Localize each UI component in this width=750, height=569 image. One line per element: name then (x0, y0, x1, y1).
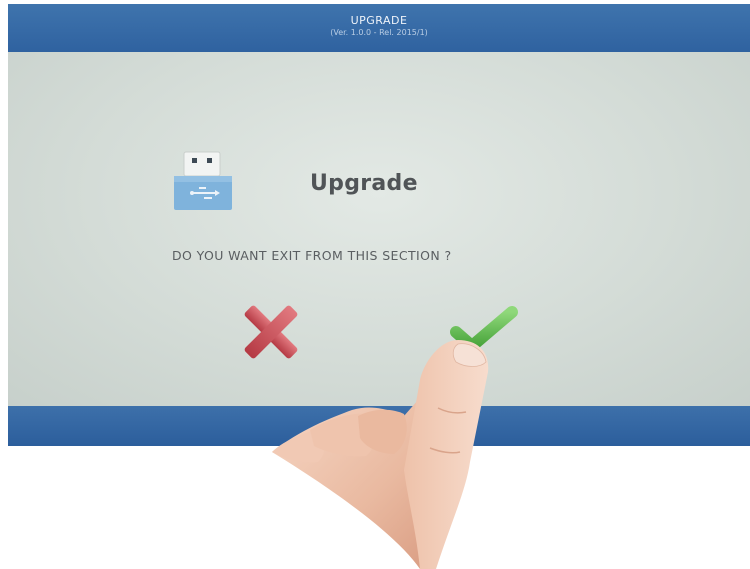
scene: UPGRADE (Ver. 1.0.0 - Rel. 2015/1) Upgra… (0, 0, 750, 569)
cross-icon (244, 305, 298, 359)
dialog-title: Upgrade (310, 171, 418, 196)
header-title: UPGRADE (350, 14, 408, 27)
dialog-area (8, 52, 750, 406)
usb-drive-icon (174, 151, 232, 210)
confirm-button[interactable] (450, 302, 522, 358)
device-screen: UPGRADE (Ver. 1.0.0 - Rel. 2015/1) (8, 4, 750, 446)
cancel-button[interactable] (240, 301, 302, 363)
footer-bar (8, 406, 750, 446)
header-bar: UPGRADE (Ver. 1.0.0 - Rel. 2015/1) (8, 4, 750, 52)
checkmark-icon (450, 306, 518, 352)
header-version: (Ver. 1.0.0 - Rel. 2015/1) (330, 28, 428, 37)
dialog-message: DO YOU WANT EXIT FROM THIS SECTION ? (172, 248, 452, 263)
